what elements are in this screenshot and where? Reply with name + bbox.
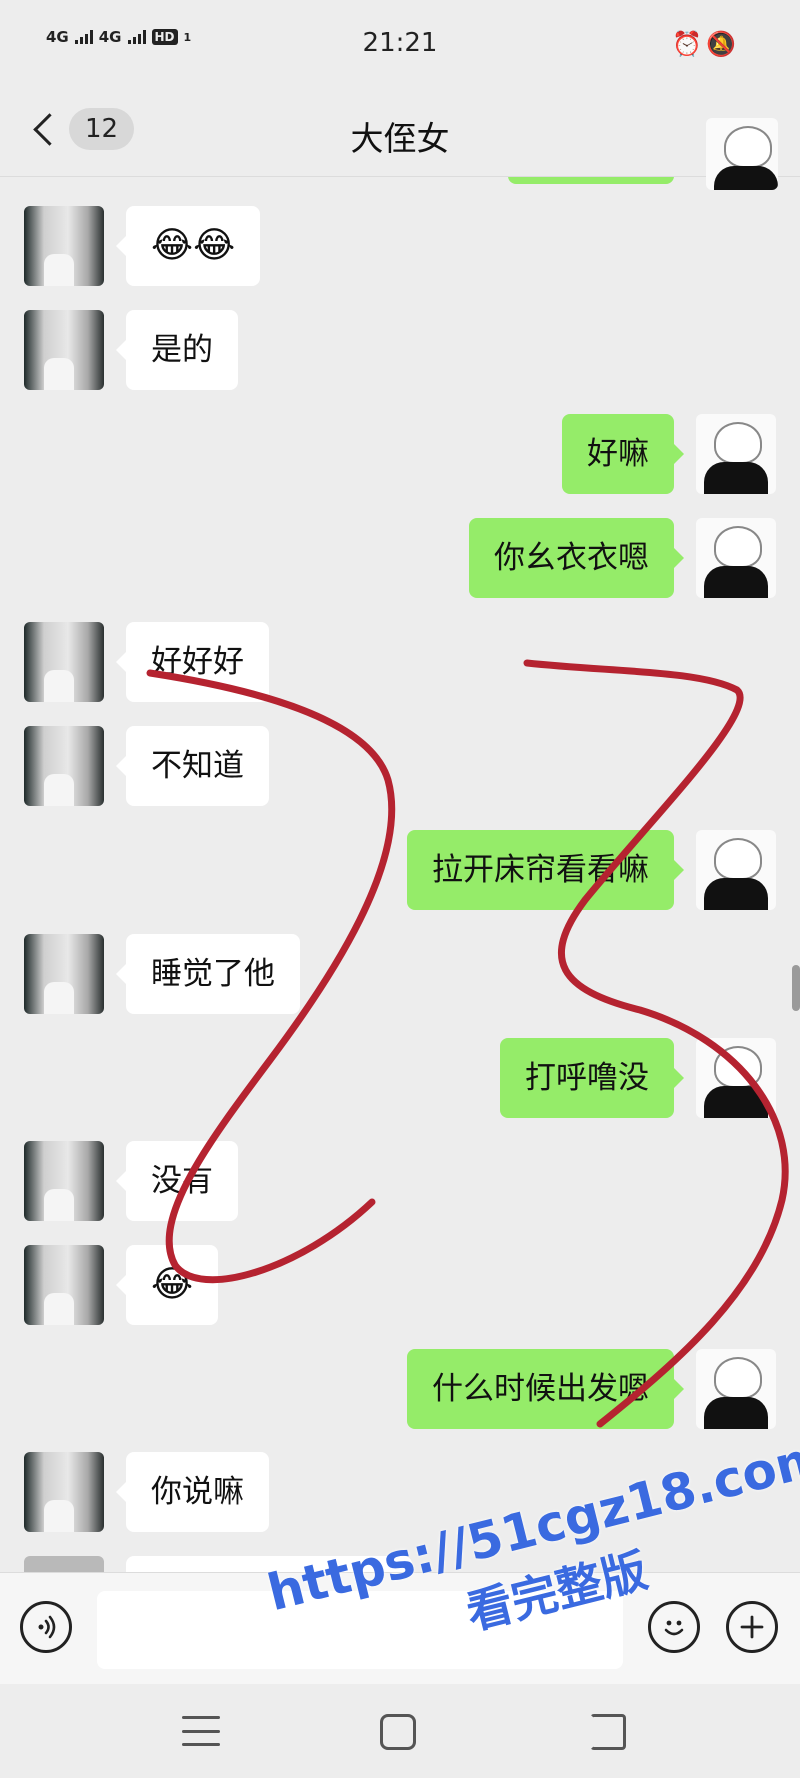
- message-row: 打呼噜没: [0, 1038, 800, 1120]
- voice-button[interactable]: [20, 1601, 72, 1653]
- message-bubble[interactable]: 打呼噜没: [500, 1038, 684, 1118]
- message-row: 😂😂: [0, 206, 800, 288]
- message-bubble[interactable]: 拉开床帘看看嘛: [407, 830, 684, 910]
- system-back-icon[interactable]: [590, 1714, 626, 1750]
- message-bubble[interactable]: 是的: [116, 310, 238, 390]
- message-bubble[interactable]: 好好好: [116, 622, 269, 702]
- message-bubble[interactable]: 😂: [115, 1245, 219, 1325]
- emoji-button[interactable]: [648, 1601, 700, 1653]
- message-input[interactable]: [97, 1591, 623, 1669]
- message-row: 是的: [0, 310, 800, 392]
- message-bubble[interactable]: 你说嘛: [116, 1452, 269, 1532]
- message-row: 你幺衣衣嗯: [0, 518, 800, 600]
- chat-title: 大侄女: [350, 119, 450, 158]
- avatar[interactable]: [24, 310, 104, 390]
- message-bubble[interactable]: 你幺衣衣嗯: [469, 518, 684, 598]
- home-icon[interactable]: [380, 1714, 416, 1750]
- message-bubble[interactable]: 睡觉了他: [116, 934, 300, 1014]
- voice-icon: [38, 1615, 56, 1639]
- avatar[interactable]: [24, 1245, 104, 1325]
- message-row: 睡觉了他: [0, 934, 800, 1016]
- avatar[interactable]: [696, 1349, 776, 1429]
- avatar[interactable]: [24, 1141, 104, 1221]
- avatar[interactable]: [706, 118, 778, 190]
- avatar[interactable]: [696, 518, 776, 598]
- plus-icon: [740, 1615, 764, 1639]
- avatar[interactable]: [696, 830, 776, 910]
- avatar[interactable]: [696, 1038, 776, 1118]
- avatar[interactable]: [24, 1452, 104, 1532]
- input-bar: [0, 1572, 800, 1685]
- message-row: 好嘛: [0, 414, 800, 496]
- message-bubble[interactable]: 什么时候出发嗯: [407, 1349, 684, 1429]
- scrollbar-thumb[interactable]: [792, 965, 800, 1011]
- message-row: 不知道: [0, 726, 800, 808]
- message-bubble[interactable]: 不知道: [116, 726, 269, 806]
- avatar[interactable]: [24, 726, 104, 806]
- alarm-icon: ⏰: [672, 30, 707, 58]
- partial-avatar: [24, 1556, 104, 1572]
- message-row: 什么时候出发嗯: [0, 1349, 800, 1431]
- avatar[interactable]: [24, 622, 104, 702]
- avatar[interactable]: [24, 206, 104, 286]
- message-bubble[interactable]: 好嘛: [562, 414, 684, 494]
- system-navigation-bar: [0, 1684, 800, 1778]
- status-bar: 4G 4G HD 1 21:21 ⏰🔕: [0, 0, 800, 90]
- message-bubble[interactable]: 😂😂: [115, 206, 261, 286]
- avatar[interactable]: [24, 934, 104, 1014]
- more-button[interactable]: [726, 1601, 778, 1653]
- emoji-icon: [664, 1620, 684, 1636]
- mute-icon: 🔕: [706, 30, 740, 58]
- partial-message-row: [0, 1556, 800, 1572]
- message-row: 好好好: [0, 622, 800, 704]
- status-icons: ⏰🔕: [672, 30, 740, 58]
- message-bubble[interactable]: 没有: [116, 1141, 238, 1221]
- message-row: 拉开床帘看看嘛: [0, 830, 800, 912]
- partial-bubble: [126, 1556, 412, 1572]
- avatar[interactable]: [696, 414, 776, 494]
- message-row: 你说嘛: [0, 1452, 800, 1534]
- menu-icon[interactable]: [182, 1716, 220, 1746]
- message-row: 没有: [0, 1141, 800, 1223]
- message-row: 😂: [0, 1245, 800, 1327]
- chat-header: 12 大侄女: [0, 90, 800, 190]
